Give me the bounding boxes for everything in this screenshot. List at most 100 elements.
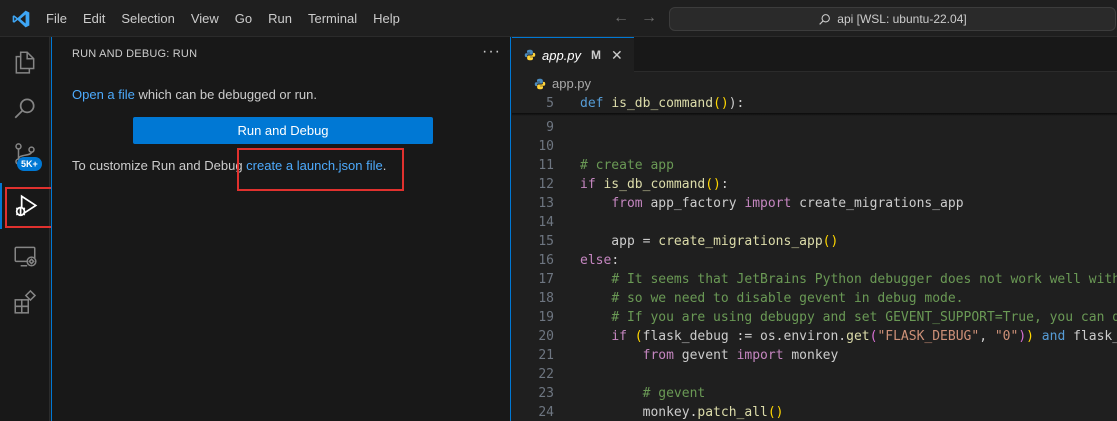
line-number: 17 (538, 272, 554, 287)
line-source: if is_db_command(): (580, 175, 729, 194)
launch-link-highlight (237, 148, 404, 191)
code-token: ): (728, 96, 745, 111)
code-token: import (744, 196, 800, 211)
title-bar: File Edit Selection View Go Run Terminal… (0, 0, 1117, 37)
tab-bar: app.py M ✕ (512, 37, 1117, 72)
code-line[interactable]: 10 (512, 137, 1117, 156)
back-arrow-icon[interactable]: ← (612, 8, 630, 28)
python-file-icon (534, 78, 546, 89)
line-number: 14 (538, 215, 554, 230)
vscode-logo-icon[interactable] (11, 9, 31, 29)
remote-explorer-icon[interactable] (0, 233, 50, 279)
run-and-debug-button[interactable]: Run and Debug (133, 117, 433, 144)
sidebar-title: RUN AND DEBUG: RUN (72, 48, 198, 60)
search-icon[interactable] (0, 85, 50, 131)
line-number: 20 (538, 329, 554, 344)
line-number: 19 (538, 310, 554, 325)
line-number: 10 (538, 139, 554, 154)
code-line[interactable]: 12 if is_db_command(): (512, 175, 1117, 194)
menu-edit[interactable]: Edit (75, 0, 113, 37)
code-token: from (611, 196, 651, 211)
menu-file[interactable]: File (38, 0, 75, 37)
code-token: else (580, 253, 612, 268)
line-number: 13 (538, 196, 554, 211)
code-line[interactable]: 24 monkey.patch_all() (512, 403, 1117, 421)
code-token: monkey (791, 348, 839, 363)
code-token: flask_d (1073, 329, 1117, 344)
code-token: "FLASK_DEBUG" (877, 329, 980, 344)
code-line[interactable]: 9 (512, 118, 1117, 137)
menu-go[interactable]: Go (227, 0, 260, 37)
line-source: else: (580, 251, 619, 270)
open-file-link[interactable]: Open a file (72, 87, 135, 102)
code-token: : (720, 177, 729, 192)
line-source: monkey.patch_all() (580, 403, 784, 421)
menu-view[interactable]: View (183, 0, 227, 37)
code-token: () (705, 177, 721, 192)
line-number: 11 (538, 158, 554, 173)
line-source: # If you are using debugpy and set GEVEN… (580, 308, 1117, 327)
run-and-debug-label: Run and Debug (237, 123, 329, 138)
code-line[interactable]: 5 def is_db_command()): (512, 94, 1117, 113)
code-token: () (713, 96, 729, 111)
code-line[interactable]: 16 else: (512, 251, 1117, 270)
code-line[interactable]: 13 from app_factory import create_migrat… (512, 194, 1117, 213)
code-line[interactable]: 22 (512, 365, 1117, 384)
code-line[interactable]: 23 # gevent (512, 384, 1117, 403)
menu-selection[interactable]: Selection (113, 0, 182, 37)
line-number: 22 (538, 367, 554, 382)
code-token: def (580, 96, 612, 111)
menu-run[interactable]: Run (260, 0, 300, 37)
line-source: # create app (580, 156, 674, 175)
code-line[interactable]: 21 from gevent import monkey (512, 346, 1117, 365)
tab-app-py[interactable]: app.py M ✕ (512, 37, 634, 72)
breadcrumb-file: app.py (552, 76, 592, 91)
command-center-label: api [WSL: ubuntu-22.04] (837, 12, 967, 26)
code-token: import (736, 348, 792, 363)
code-line[interactable]: 17 # It seems that JetBrains Python debu… (512, 270, 1117, 289)
code-token: from (642, 348, 682, 363)
extensions-icon[interactable] (0, 279, 50, 325)
breadcrumb[interactable]: app.py (534, 76, 591, 91)
menu-help[interactable]: Help (365, 0, 408, 37)
code-token: # gevent (642, 386, 706, 401)
code-token: is_db_command (611, 96, 714, 111)
line-source: if (flask_debug := os.environ.get("FLASK… (580, 327, 1117, 346)
line-source: # so we need to disable gevent in debug … (580, 289, 963, 308)
line-number: 5 (546, 96, 554, 111)
forward-arrow-icon[interactable]: → (640, 8, 658, 28)
code-token: patch_all (697, 405, 768, 420)
code-line[interactable]: 14 (512, 213, 1117, 232)
menu-terminal[interactable]: Terminal (300, 0, 365, 37)
line-number: 24 (538, 405, 554, 420)
code-line[interactable]: 11 # create app (512, 156, 1117, 175)
code-line[interactable]: 19 # If you are using debugpy and set GE… (512, 308, 1117, 327)
code-token: () (822, 234, 839, 249)
editor-group: app.py M ✕ app.py 5 def is_db_command()):… (512, 37, 1117, 421)
open-file-message: Open a file which can be debugged or run… (72, 87, 317, 102)
explorer-icon[interactable] (0, 39, 50, 85)
line-number: 12 (538, 177, 554, 192)
code-token: app_factory (650, 196, 745, 211)
tab-label: app.py (542, 47, 582, 63)
line-number: 18 (538, 291, 554, 306)
line-source: from app_factory import create_migration… (580, 194, 963, 213)
code-token: # If you are using debugpy and set GEVEN… (611, 310, 1117, 325)
code-line[interactable]: 18 # so we need to disable gevent in deb… (512, 289, 1117, 308)
line-number: 23 (538, 386, 554, 401)
navigation-arrows: ← → (612, 8, 658, 28)
code-line[interactable]: 15 app = create_migrations_app() (512, 232, 1117, 251)
code-line[interactable]: 20 if (flask_debug := os.environ.get("FL… (512, 327, 1117, 346)
command-center[interactable]: api [WSL: ubuntu-22.04] (669, 7, 1116, 31)
line-source: # It seems that JetBrains Python debugge… (580, 270, 1117, 289)
line-number: 15 (538, 234, 554, 249)
line-number: 9 (546, 120, 554, 135)
menu-bar: File Edit Selection View Go Run Terminal… (38, 0, 408, 37)
more-actions-icon[interactable]: ··· (482, 43, 501, 61)
code-token: monkey. (580, 405, 698, 420)
close-tab-icon[interactable]: ✕ (611, 47, 623, 64)
code-token: is_db_command (603, 177, 706, 192)
